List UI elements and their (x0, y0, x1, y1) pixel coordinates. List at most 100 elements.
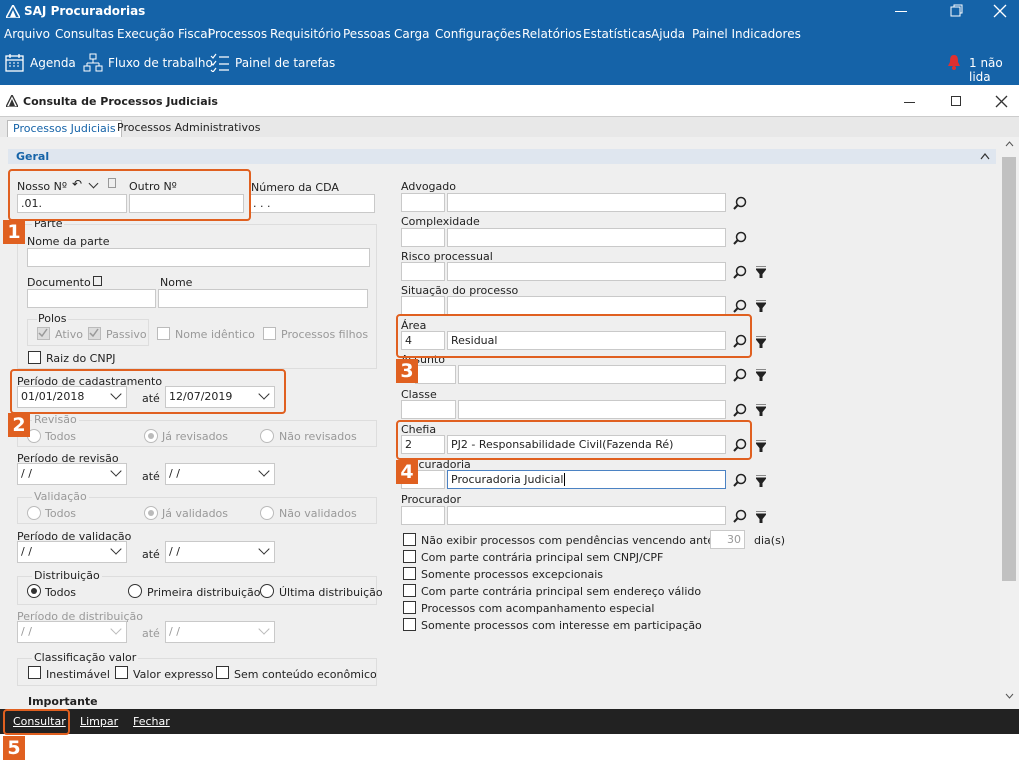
procurador-input[interactable] (447, 506, 726, 525)
validacao-todos-radio[interactable] (27, 506, 41, 520)
assunto-input[interactable] (458, 365, 726, 384)
fechar-button[interactable]: Fechar (133, 715, 170, 728)
document-info-icon[interactable] (93, 276, 102, 286)
cda-input[interactable]: . . . (249, 194, 375, 213)
menu-relatorios[interactable]: Relatórios (522, 27, 582, 41)
assunto-code[interactable] (415, 365, 456, 384)
documento-input[interactable] (27, 289, 156, 308)
area-filter-icon[interactable] (756, 336, 766, 348)
menu-pessoas[interactable]: Pessoas (343, 27, 391, 41)
menu-consultas[interactable]: Consultas (55, 27, 114, 41)
sem-endereco-checkbox[interactable] (403, 584, 416, 597)
classe-input[interactable] (458, 400, 726, 419)
periodo-dist-fim-select[interactable]: / / (165, 621, 275, 643)
advogado-input[interactable] (447, 193, 726, 212)
periodo-dist-inicio-select[interactable]: / / (17, 621, 127, 643)
validacao-nao-radio[interactable] (260, 506, 274, 520)
toolbar-fluxo[interactable]: Fluxo de trabalho (108, 56, 213, 70)
menu-requisitorio[interactable]: Requisitório (270, 27, 341, 41)
minimize-icon[interactable] (895, 4, 909, 12)
sem-conteudo-checkbox[interactable] (216, 666, 229, 679)
procurador-code[interactable] (401, 506, 445, 525)
risco-input[interactable] (447, 262, 726, 281)
menu-carga[interactable]: Carga (394, 27, 429, 41)
situacao-code[interactable] (401, 296, 445, 315)
valor-expresso-checkbox[interactable] (115, 666, 128, 679)
bell-icon[interactable] (947, 54, 961, 70)
nome-input[interactable] (158, 289, 368, 308)
collapse-icon[interactable] (980, 152, 990, 160)
procurador-filter-icon[interactable] (756, 511, 766, 523)
complexidade-search-icon[interactable] (733, 231, 747, 245)
limpar-button[interactable]: Limpar (80, 715, 118, 728)
notification-count[interactable]: 1 não lida (969, 56, 1019, 84)
workflow-icon[interactable] (83, 53, 103, 72)
primeira-dist-radio[interactable] (128, 584, 142, 598)
ultima-dist-radio[interactable] (260, 584, 274, 598)
risco-code[interactable] (401, 262, 445, 281)
chefia-filter-icon[interactable] (756, 440, 766, 452)
assunto-search-icon[interactable] (733, 368, 747, 382)
classe-code[interactable] (401, 400, 456, 419)
toolbar-painel[interactable]: Painel de tarefas (235, 56, 335, 70)
classe-filter-icon[interactable] (756, 404, 766, 416)
assunto-filter-icon[interactable] (756, 369, 766, 381)
advogado-code[interactable] (401, 193, 445, 212)
menu-ajuda[interactable]: Ajuda (651, 27, 685, 41)
scroll-up-icon[interactable] (1005, 141, 1014, 147)
menu-execucao-fiscal[interactable]: Execução Fiscal (117, 27, 211, 41)
complexidade-input[interactable] (447, 228, 726, 247)
ativo-checkbox[interactable] (37, 327, 50, 340)
excepcionais-checkbox[interactable] (403, 567, 416, 580)
menu-configuracoes[interactable]: Configurações (435, 27, 521, 41)
acompanhamento-checkbox[interactable] (403, 601, 416, 614)
procurador-search-icon[interactable] (733, 509, 747, 523)
passivo-checkbox[interactable] (88, 327, 101, 340)
periodo-rev-fim-select[interactable]: / / (165, 463, 275, 485)
periodo-rev-inicio-select[interactable]: / / (17, 463, 127, 485)
scroll-down-icon[interactable] (1005, 693, 1014, 699)
vertical-scrollbar[interactable] (1000, 137, 1019, 709)
situacao-input[interactable] (447, 296, 726, 315)
restore-icon[interactable] (950, 4, 964, 18)
task-list-icon[interactable] (210, 53, 230, 72)
risco-search-icon[interactable] (733, 265, 747, 279)
advogado-search-icon[interactable] (733, 196, 747, 210)
calendar-icon[interactable] (5, 53, 24, 72)
interesse-checkbox[interactable] (403, 618, 416, 631)
procuradoria-search-icon[interactable] (733, 473, 747, 487)
nome-identico-checkbox[interactable] (157, 327, 170, 340)
window-close-icon[interactable] (995, 95, 1008, 108)
procuradoria-input[interactable]: Procuradoria Judicial (447, 470, 726, 489)
procuradoria-filter-icon[interactable] (756, 475, 766, 487)
raiz-cnpj-checkbox[interactable] (28, 351, 41, 364)
periodo-val-fim-select[interactable]: / / (165, 541, 275, 563)
section-header[interactable]: Geral (8, 149, 996, 164)
processos-filhos-checkbox[interactable] (263, 327, 276, 340)
menu-processos[interactable]: Processos (208, 27, 267, 41)
sem-cnpj-checkbox[interactable] (403, 550, 416, 563)
revisao-ja-radio[interactable] (144, 429, 158, 443)
distribuicao-todos-radio[interactable] (27, 584, 41, 598)
menu-estatisticas[interactable]: Estatísticas (583, 27, 651, 41)
menu-arquivo[interactable]: Arquivo (4, 27, 50, 41)
situacao-search-icon[interactable] (733, 299, 747, 313)
tab-processos-judiciais[interactable]: Processos Judiciais (7, 120, 122, 137)
window-minimize-icon[interactable] (888, 85, 932, 117)
complexidade-code[interactable] (401, 228, 445, 247)
revisao-nao-radio[interactable] (260, 429, 274, 443)
inestimavel-checkbox[interactable] (28, 666, 41, 679)
pendencias-days-input[interactable]: 30 (710, 530, 745, 549)
menu-painel-indicadores[interactable]: Painel Indicadores (692, 27, 801, 41)
toolbar-agenda[interactable]: Agenda (30, 56, 76, 70)
nome-parte-input[interactable] (27, 248, 370, 267)
risco-filter-icon[interactable] (756, 266, 766, 278)
close-app-icon[interactable] (993, 4, 1007, 18)
tab-processos-administrativos[interactable]: Processos Administrativos (112, 120, 265, 137)
window-maximize-icon[interactable] (934, 85, 978, 117)
situacao-filter-icon[interactable] (756, 300, 766, 312)
scroll-thumb[interactable] (1002, 157, 1016, 581)
pendencias-checkbox[interactable] (403, 533, 416, 546)
periodo-val-inicio-select[interactable]: / / (17, 541, 127, 563)
validacao-ja-radio[interactable] (144, 506, 158, 520)
